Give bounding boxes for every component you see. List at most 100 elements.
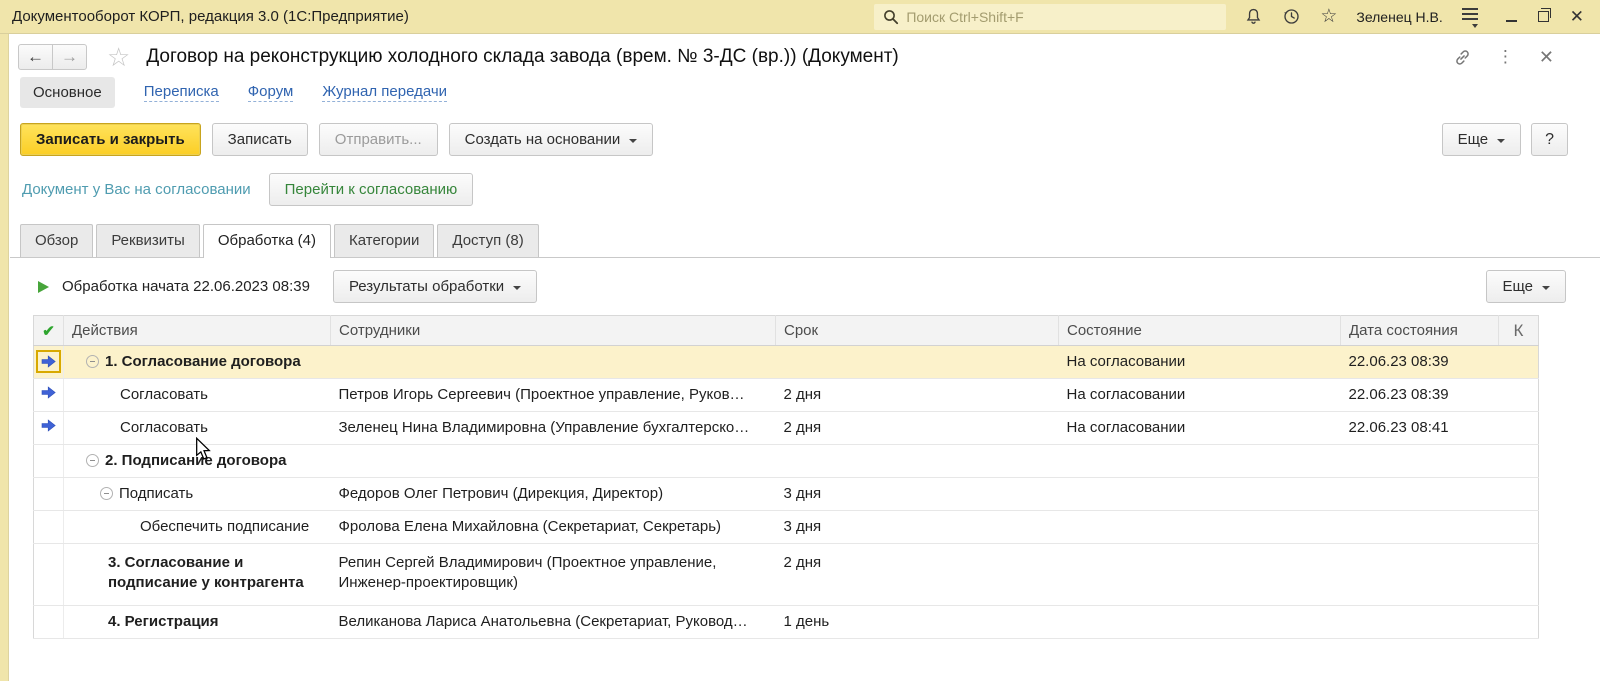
search-input[interactable]	[906, 9, 1217, 25]
row-marker-cell[interactable]	[34, 445, 64, 478]
employee-cell[interactable]: Фролова Елена Михайловна (Секретариат, С…	[331, 511, 776, 544]
state-date-cell[interactable]	[1341, 544, 1499, 606]
state-date-cell[interactable]	[1341, 511, 1499, 544]
favorites-star-icon[interactable]: ☆	[1320, 7, 1337, 26]
nav-item-transfer-log[interactable]: Журнал передачи	[322, 83, 447, 102]
state-cell[interactable]	[1059, 445, 1341, 478]
save-and-close-button[interactable]: Записать и закрыть	[20, 123, 201, 156]
nav-item-main[interactable]: Основное	[20, 77, 115, 108]
restore-window-icon[interactable]	[1538, 11, 1549, 22]
row-marker-cell[interactable]	[34, 478, 64, 511]
nav-item-correspondence[interactable]: Переписка	[144, 83, 219, 102]
tab-processing[interactable]: Обработка (4)	[203, 224, 331, 258]
table-row-ensure-signing[interactable]: Обеспечить подписание Фролова Елена Миха…	[34, 511, 1539, 544]
state-cell[interactable]: На согласовании	[1059, 346, 1341, 379]
state-date-cell[interactable]	[1341, 478, 1499, 511]
term-cell[interactable]: 3 дня	[776, 478, 1059, 511]
col-header-employees[interactable]: Сотрудники	[331, 316, 776, 346]
employee-cell[interactable]: Великанова Лариса Анатольевна (Секретари…	[331, 606, 776, 639]
state-date-cell[interactable]	[1341, 606, 1499, 639]
employee-cell[interactable]: Федоров Олег Петрович (Дирекция, Директо…	[331, 478, 776, 511]
state-date-cell[interactable]	[1341, 445, 1499, 478]
row-marker-cell[interactable]	[34, 511, 64, 544]
employee-cell[interactable]: Репин Сергей Владимирович (Проектное упр…	[331, 544, 776, 606]
tab-categories[interactable]: Категории	[334, 224, 434, 257]
nav-item-forum[interactable]: Форум	[248, 83, 294, 102]
employee-cell[interactable]: Петров Игорь Сергеевич (Проектное управл…	[331, 379, 776, 412]
row-marker-cell[interactable]	[34, 606, 64, 639]
k-cell[interactable]	[1499, 511, 1539, 544]
notifications-bell-icon[interactable]	[1244, 7, 1263, 26]
history-icon[interactable]	[1282, 7, 1301, 26]
main-menu-icon[interactable]	[1462, 6, 1478, 28]
state-cell[interactable]	[1059, 511, 1341, 544]
row-marker-cell[interactable]	[34, 412, 64, 445]
global-search[interactable]	[874, 4, 1226, 30]
col-header-state[interactable]: Состояние	[1059, 316, 1341, 346]
back-arrow-icon[interactable]: ←	[18, 44, 53, 70]
state-cell[interactable]	[1059, 478, 1341, 511]
close-window-icon[interactable]: ✕	[1570, 8, 1584, 25]
go-to-approval-button[interactable]: Перейти к согласованию	[269, 173, 474, 206]
more-kebab-icon[interactable]: ⋮	[1497, 47, 1514, 67]
state-date-cell[interactable]: 22.06.23 08:39	[1341, 346, 1499, 379]
close-form-icon[interactable]: ✕	[1539, 47, 1554, 68]
send-button[interactable]: Отправить...	[319, 123, 438, 156]
minimize-icon[interactable]	[1506, 12, 1517, 22]
row-marker-cell[interactable]	[34, 544, 64, 606]
collapse-icon[interactable]	[86, 454, 99, 467]
current-user[interactable]: Зеленец Н.В.	[1356, 9, 1442, 25]
favorite-star-icon[interactable]: ☆	[107, 44, 130, 70]
term-cell[interactable]: 3 дня	[776, 511, 1059, 544]
save-button[interactable]: Записать	[212, 123, 308, 156]
k-cell[interactable]	[1499, 379, 1539, 412]
create-based-on-button[interactable]: Создать на основании	[449, 123, 654, 156]
table-row-group-3[interactable]: 3. Согласование и подписание у контраген…	[34, 544, 1539, 606]
table-row-group-1[interactable]: 1. Согласование договора На согласовании…	[34, 346, 1539, 379]
employee-cell[interactable]	[331, 445, 776, 478]
col-header-actions[interactable]: Действия	[64, 316, 331, 346]
employee-cell[interactable]: Зеленец Нина Владимировна (Управление бу…	[331, 412, 776, 445]
k-cell[interactable]	[1499, 412, 1539, 445]
tab-access[interactable]: Доступ (8)	[437, 224, 538, 257]
completed-check-icon[interactable]: ✔	[34, 316, 64, 346]
col-header-state-date[interactable]: Дата состояния	[1341, 316, 1499, 346]
state-date-cell[interactable]: 22.06.23 08:39	[1341, 379, 1499, 412]
k-cell[interactable]	[1499, 346, 1539, 379]
state-cell[interactable]	[1059, 544, 1341, 606]
k-cell[interactable]	[1499, 544, 1539, 606]
row-marker-cell[interactable]	[34, 379, 64, 412]
state-date-cell[interactable]: 22.06.23 08:41	[1341, 412, 1499, 445]
term-cell[interactable]	[776, 346, 1059, 379]
k-cell[interactable]	[1499, 606, 1539, 639]
tab-details[interactable]: Реквизиты	[96, 224, 200, 257]
tab-overview[interactable]: Обзор	[20, 224, 93, 257]
term-cell[interactable]	[776, 445, 1059, 478]
table-more-button[interactable]: Еще	[1486, 270, 1566, 303]
table-row-group-2[interactable]: 2. Подписание договора	[34, 445, 1539, 478]
term-cell[interactable]: 2 дня	[776, 544, 1059, 606]
col-header-k[interactable]: К	[1499, 316, 1539, 346]
more-button[interactable]: Еще	[1442, 123, 1522, 156]
employee-cell[interactable]	[331, 346, 776, 379]
term-cell[interactable]: 1 день	[776, 606, 1059, 639]
state-cell[interactable]	[1059, 606, 1341, 639]
row-marker-cell[interactable]	[34, 346, 64, 379]
help-button[interactable]: ?	[1531, 123, 1568, 156]
collapse-icon[interactable]	[100, 487, 113, 500]
collapse-icon[interactable]	[86, 355, 99, 368]
table-row-approve-petrov[interactable]: Согласовать Петров Игорь Сергеевич (Прое…	[34, 379, 1539, 412]
state-cell[interactable]: На согласовании	[1059, 379, 1341, 412]
get-link-icon[interactable]	[1453, 48, 1472, 67]
forward-arrow-icon[interactable]: →	[52, 44, 87, 70]
term-cell[interactable]: 2 дня	[776, 412, 1059, 445]
k-cell[interactable]	[1499, 445, 1539, 478]
table-row-sign[interactable]: Подписать Федоров Олег Петрович (Дирекци…	[34, 478, 1539, 511]
state-cell[interactable]: На согласовании	[1059, 412, 1341, 445]
term-cell[interactable]: 2 дня	[776, 379, 1059, 412]
k-cell[interactable]	[1499, 478, 1539, 511]
table-row-approve-zelenets[interactable]: Согласовать Зеленец Нина Владимировна (У…	[34, 412, 1539, 445]
processing-results-button[interactable]: Результаты обработки	[333, 270, 537, 303]
table-row-group-4[interactable]: 4. Регистрация Великанова Лариса Анатоль…	[34, 606, 1539, 639]
col-header-term[interactable]: Срок	[776, 316, 1059, 346]
